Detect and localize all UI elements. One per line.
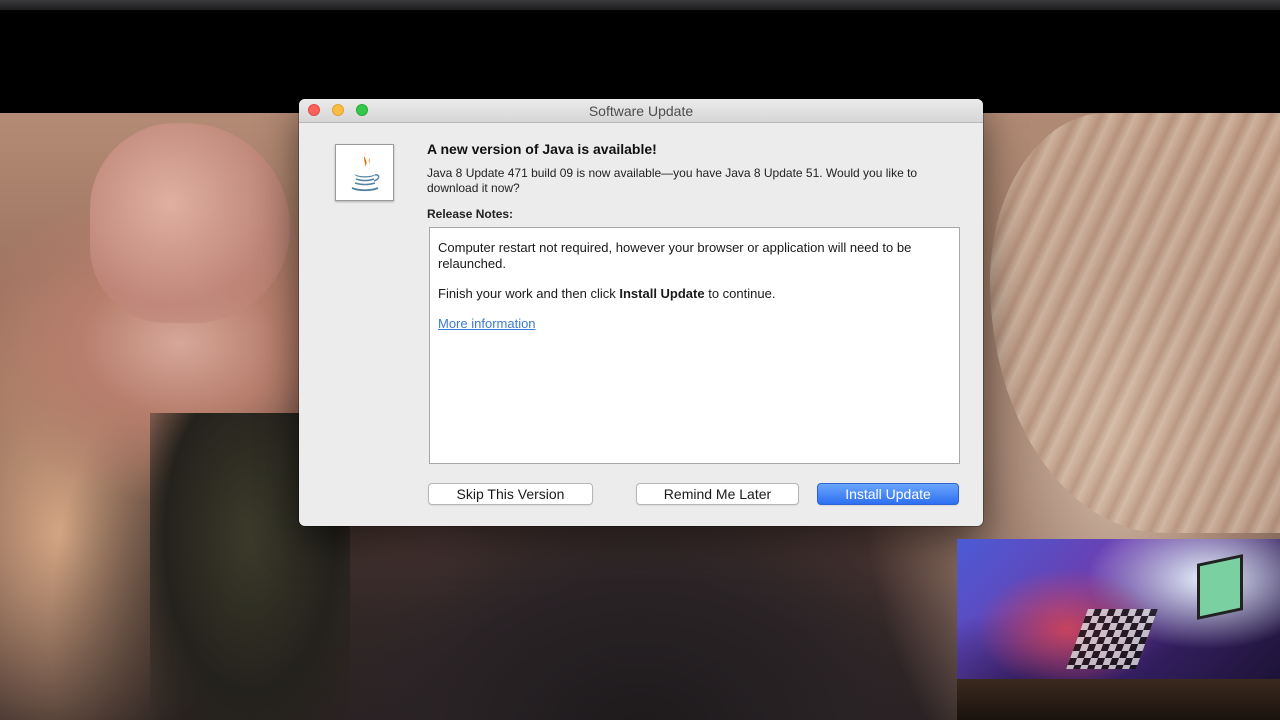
more-information-link[interactable]: More information <box>438 316 536 331</box>
java-logo-icon <box>351 152 380 192</box>
background-hand <box>90 123 290 323</box>
release-notes-line-2-prefix: Finish your work and then click <box>438 286 620 301</box>
webcam-monitor <box>1197 554 1243 620</box>
webcam-overlay <box>957 539 1280 720</box>
title-bar[interactable]: Software Update <box>299 99 983 123</box>
release-notes-line-2: Finish your work and then click Install … <box>438 286 951 302</box>
release-notes-label: Release Notes: <box>427 207 514 221</box>
release-notes-line-1: Computer restart not required, however y… <box>438 240 912 271</box>
release-notes-box[interactable]: Computer restart not required, however y… <box>429 227 960 464</box>
java-coffee-cup-icon <box>335 144 394 201</box>
release-notes-line-2-bold: Install Update <box>619 286 705 301</box>
dialog-headline: A new version of Java is available! <box>427 141 657 157</box>
software-update-dialog: Software Update A new version of Java is… <box>299 99 983 526</box>
webcam-checker-floor <box>1066 609 1158 669</box>
dialog-description: Java 8 Update 471 build 09 is now availa… <box>427 166 918 195</box>
install-update-button[interactable]: Install Update <box>817 483 959 505</box>
window-title: Software Update <box>588 103 694 119</box>
skip-this-version-button[interactable]: Skip This Version <box>428 483 593 505</box>
release-notes-line-2-suffix: to continue. <box>704 286 776 301</box>
background-hair <box>990 113 1280 533</box>
top-menu-strip <box>0 0 1280 10</box>
screen: Software Update A new version of Java is… <box>0 0 1280 720</box>
webcam-desk <box>957 679 1280 720</box>
remind-me-later-button[interactable]: Remind Me Later <box>636 483 799 505</box>
